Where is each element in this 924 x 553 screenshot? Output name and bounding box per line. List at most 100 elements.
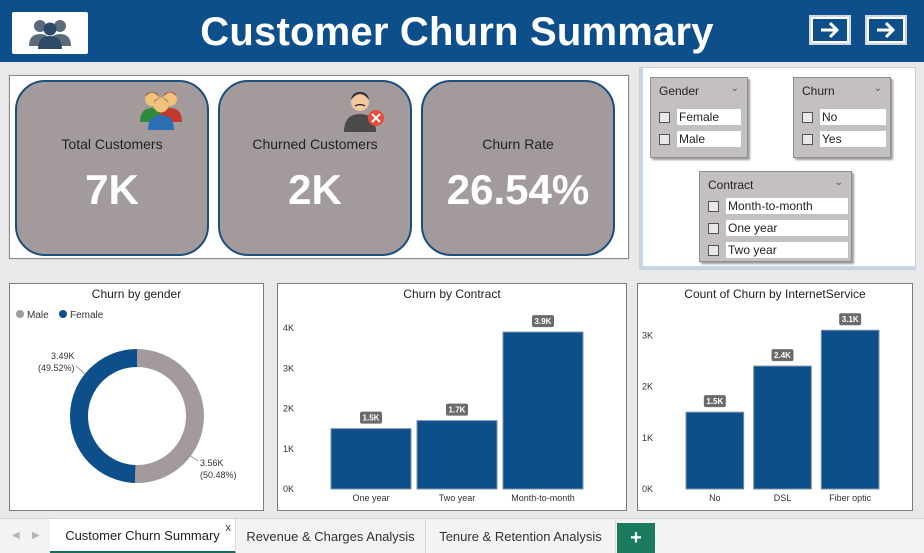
data-label-pct: (50.48%) <box>200 470 237 480</box>
nav-forward-button[interactable] <box>865 15 907 45</box>
legend-label: Female <box>70 310 104 321</box>
option-label: Male <box>677 131 741 147</box>
slicer-option-female[interactable]: Female <box>659 109 741 125</box>
checkbox[interactable] <box>659 111 670 123</box>
slicer-panel: Gender ⌄ Female Male Churn ⌄ No Yes Cont… <box>639 67 916 270</box>
legend-marker <box>59 310 67 318</box>
y-tick-label: 0K <box>642 484 653 494</box>
y-tick-label: 0K <box>283 484 294 494</box>
bar-chart: 0K 1K 2K 3K 1.5K No 2.4K DSL 3.1K Fiber optic <box>642 313 880 503</box>
kpi-total-customers: Total Customers 7K <box>15 80 209 256</box>
data-label-pct: (49.52%) <box>38 363 75 373</box>
checkbox[interactable] <box>708 200 719 212</box>
y-tick-label: 3K <box>283 363 294 373</box>
legend-label: Male <box>27 310 49 321</box>
tab-label: Tenure & Retention Analysis <box>439 529 602 544</box>
slicer-option-one-year[interactable]: One year <box>708 220 848 236</box>
kpi-label: Total Customers <box>61 136 163 152</box>
x-tick-label: One year <box>352 493 389 503</box>
churn-by-gender-card: Churn by gender Male Female 3.56K (50.48%) 3… <box>9 283 264 511</box>
churn-by-internet-card: Count of Churn by InternetService 0K 1K 2K… <box>637 283 913 511</box>
data-label: 3.56K <box>200 458 224 468</box>
legend-marker <box>16 310 24 318</box>
slicer-title: Gender <box>659 84 700 98</box>
bar[interactable] <box>820 329 880 490</box>
data-label: 1.5K <box>706 397 723 406</box>
nav-next-button[interactable] <box>809 15 851 45</box>
option-label: Female <box>677 109 741 125</box>
slicer-option-male[interactable]: Male <box>659 131 741 147</box>
x-tick-label: Fiber optic <box>829 493 872 503</box>
tab-scroll-right-icon[interactable]: ▶ <box>32 530 40 541</box>
checkbox[interactable] <box>802 133 813 145</box>
chevron-down-icon[interactable]: ⌄ <box>731 83 739 94</box>
slicer-option-month-to-month[interactable]: Month-to-month <box>708 198 848 214</box>
arrow-right-icon <box>821 21 840 39</box>
x-tick-label: Two year <box>439 493 476 503</box>
donut-chart: Male Female 3.56K (50.48%) 3.49K (49.52%) <box>16 310 237 483</box>
tab-tenure-retention[interactable]: Tenure & Retention Analysis <box>426 519 616 553</box>
checkbox[interactable] <box>708 222 719 234</box>
bar[interactable] <box>330 428 412 490</box>
y-tick-label: 1K <box>283 444 294 454</box>
bar[interactable] <box>502 331 584 490</box>
leader-line <box>75 365 86 375</box>
y-tick-label: 2K <box>283 404 294 414</box>
checkbox[interactable] <box>659 133 670 145</box>
page-tabs: ◀ ▶ Customer Churn Summary x Revenue & C… <box>0 518 924 553</box>
data-label: 3.9K <box>535 317 552 326</box>
donut-slice-male[interactable] <box>134 349 205 483</box>
kpi-value: 7K <box>85 166 139 213</box>
y-tick-label: 3K <box>642 330 653 340</box>
slicer-title: Contract <box>708 178 754 192</box>
tab-customer-churn-summary[interactable]: Customer Churn Summary x <box>50 519 236 553</box>
chevron-down-icon[interactable]: ⌄ <box>835 177 843 188</box>
slicer-title: Churn <box>802 84 835 98</box>
tab-label: Revenue & Charges Analysis <box>246 529 415 544</box>
option-label: No <box>820 109 886 125</box>
checkbox[interactable] <box>802 111 813 123</box>
slicer-option-two-year[interactable]: Two year <box>708 242 848 258</box>
churn-by-contract-card: Churn by Contract 0K 1K 2K 3K 4K 1.5K One year… <box>277 283 627 511</box>
close-icon[interactable]: x <box>226 522 232 534</box>
slicer-option-yes[interactable]: Yes <box>802 131 886 147</box>
churn-slicer[interactable]: Churn ⌄ No Yes <box>793 77 891 158</box>
data-label: 3.49K <box>51 351 75 361</box>
tab-scroll-left-icon[interactable]: ◀ <box>12 530 20 541</box>
checkbox[interactable] <box>708 244 719 256</box>
bar[interactable] <box>685 411 745 490</box>
x-tick-label: Month-to-month <box>511 493 575 503</box>
add-page-button[interactable]: + <box>617 523 655 553</box>
chevron-down-icon[interactable]: ⌄ <box>874 83 882 94</box>
kpi-churn-rate: Churn Rate 26.54% <box>421 80 615 256</box>
bar-chart: 0K 1K 2K 3K 4K 1.5K One year 1.7K Two year 3.9K Mo… <box>283 315 584 503</box>
option-label: Two year <box>726 242 848 258</box>
x-tick-label: DSL <box>774 493 792 503</box>
option-label: One year <box>726 220 848 236</box>
kpi-panel: Total Customers 7K Churned Customers 2K … <box>9 75 629 259</box>
page-title: Customer Churn Summary <box>200 10 714 54</box>
report-header: Customer Churn Summary <box>0 0 924 62</box>
tab-label: Customer Churn Summary <box>65 527 220 543</box>
kpi-churned-customers: Churned Customers 2K <box>218 80 412 256</box>
churned-customer-icon <box>342 88 386 137</box>
data-label: 2.4K <box>774 351 791 360</box>
y-tick-label: 4K <box>283 323 294 333</box>
contract-slicer[interactable]: Contract ⌄ Month-to-month One year Two y… <box>699 171 852 262</box>
data-label: 3.1K <box>842 315 859 324</box>
gender-slicer[interactable]: Gender ⌄ Female Male <box>650 77 748 158</box>
bar[interactable] <box>416 420 498 490</box>
kpi-value: 26.54% <box>446 166 590 213</box>
kpi-label: Churn Rate <box>482 136 554 152</box>
option-label: Month-to-month <box>726 198 848 214</box>
bar[interactable] <box>753 365 812 490</box>
x-tick-label: No <box>709 493 721 503</box>
y-tick-label: 1K <box>642 433 653 443</box>
kpi-label: Churned Customers <box>252 136 378 152</box>
tab-revenue-charges[interactable]: Revenue & Charges Analysis <box>236 519 426 553</box>
kpi-value: 2K <box>288 166 342 213</box>
option-label: Yes <box>820 131 886 147</box>
arrow-right-icon <box>877 21 896 39</box>
slicer-option-no[interactable]: No <box>802 109 886 125</box>
y-tick-label: 2K <box>642 382 653 392</box>
